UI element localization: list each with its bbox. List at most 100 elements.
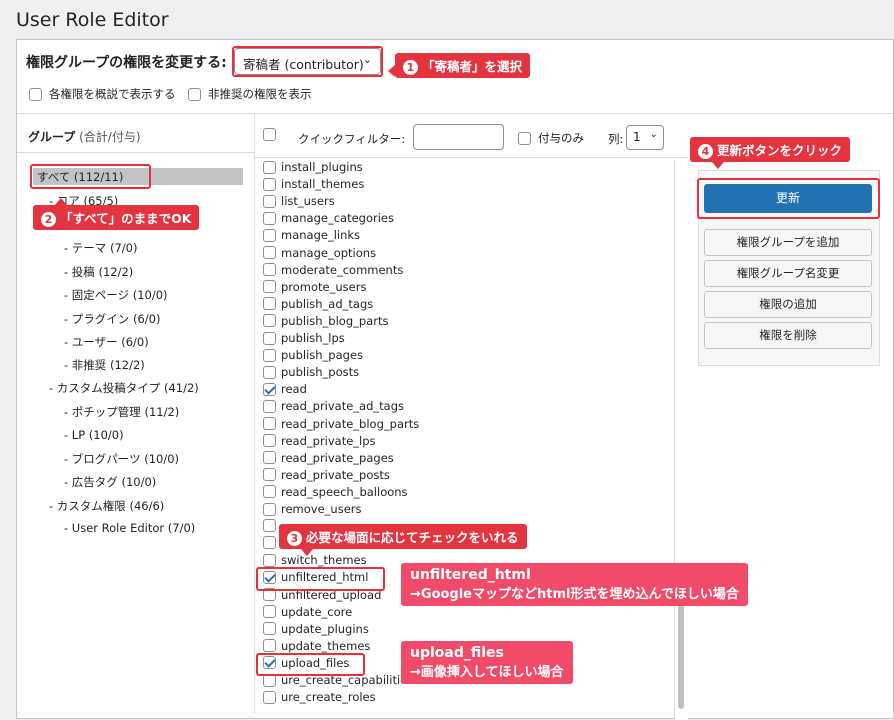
option-readable[interactable]: 各権限を概説で表示する bbox=[29, 86, 176, 102]
step-number: 3 bbox=[287, 531, 302, 546]
divider bbox=[255, 157, 687, 158]
capability-item[interactable]: publish_posts bbox=[263, 365, 359, 379]
note-text: →Googleマップなどhtml形式を埋め込んでほしい場合 bbox=[410, 587, 739, 602]
capability-checkbox[interactable] bbox=[263, 228, 276, 242]
capability-item[interactable]: publish_lps bbox=[263, 331, 345, 345]
capability-checkbox[interactable] bbox=[263, 399, 276, 413]
capability-checkbox[interactable] bbox=[263, 622, 276, 636]
group-item[interactable]: - プラグイン (6/0) bbox=[64, 311, 160, 327]
readable-checkbox[interactable] bbox=[29, 87, 42, 101]
capability-label: remove_users bbox=[281, 502, 362, 516]
capability-checkbox[interactable] bbox=[263, 417, 276, 430]
group-item[interactable]: - 投稿 (12/2) bbox=[64, 264, 133, 280]
capability-item[interactable]: publish_ad_tags bbox=[263, 297, 373, 311]
capability-item[interactable]: moderate_comments bbox=[263, 263, 403, 277]
group-item[interactable]: - LP (10/0) bbox=[64, 428, 124, 442]
deprecated-checkbox[interactable] bbox=[188, 87, 201, 101]
group-item[interactable]: - 広告タグ (10/0) bbox=[64, 474, 156, 490]
capability-checkbox[interactable] bbox=[263, 519, 276, 533]
rename-role-button[interactable]: 権限グループ名変更 bbox=[704, 260, 872, 287]
capability-checkbox[interactable] bbox=[263, 468, 276, 482]
capability-label: update_plugins bbox=[281, 621, 369, 636]
capability-checkbox[interactable] bbox=[263, 553, 276, 567]
capability-checkbox[interactable] bbox=[263, 434, 276, 448]
granted-only-checkbox[interactable] bbox=[518, 131, 531, 145]
capability-checkbox[interactable] bbox=[263, 331, 276, 345]
capability-item[interactable]: read_private_posts bbox=[263, 468, 390, 482]
capability-checkbox[interactable] bbox=[263, 314, 276, 328]
granted-only-option[interactable]: 付与のみ bbox=[518, 130, 584, 146]
capability-item[interactable]: ure_create_roles bbox=[263, 690, 376, 704]
divider bbox=[17, 113, 893, 114]
annotation-text: 「寄稿者」を選択 bbox=[422, 59, 523, 74]
capability-label: publish_lps bbox=[281, 331, 345, 345]
capability-checkbox[interactable] bbox=[263, 263, 276, 277]
option-deprecated[interactable]: 非推奨の権限を表示 bbox=[188, 86, 312, 102]
quick-filter-input[interactable] bbox=[413, 124, 504, 150]
capability-item[interactable]: update_plugins bbox=[263, 622, 369, 636]
capability-item[interactable]: manage_options bbox=[263, 246, 376, 260]
role-select-label: 権限グループの権限を変更する: bbox=[26, 55, 227, 71]
page-title: User Role Editor bbox=[16, 9, 169, 31]
scrollbar-thumb[interactable] bbox=[678, 600, 684, 709]
capability-checkbox[interactable] bbox=[263, 690, 276, 704]
capability-item[interactable]: publish_blog_parts bbox=[263, 314, 388, 328]
capability-label: publish_ad_tags bbox=[281, 296, 374, 311]
columns-select[interactable]: 1 ⌄ bbox=[626, 125, 664, 150]
delete-capability-button[interactable]: 権限を削除 bbox=[704, 322, 872, 349]
highlight-update-button bbox=[697, 178, 880, 219]
capability-checkbox[interactable] bbox=[263, 194, 276, 208]
group-item[interactable]: - ブログパーツ (10/0) bbox=[64, 451, 179, 467]
capability-item[interactable]: read_private_pages bbox=[263, 451, 394, 465]
capability-item[interactable]: install_plugins bbox=[263, 160, 363, 174]
capability-checkbox[interactable] bbox=[263, 365, 276, 379]
capability-label: read_private_posts bbox=[281, 467, 390, 482]
capability-item[interactable]: read_speech_balloons bbox=[263, 485, 408, 499]
capability-checkbox[interactable] bbox=[263, 246, 276, 259]
capability-checkbox[interactable] bbox=[263, 160, 276, 174]
capability-item[interactable]: read_private_blog_parts bbox=[263, 417, 419, 431]
capability-item[interactable]: read_private_ad_tags bbox=[263, 399, 404, 413]
group-item[interactable]: - ユーザー (6/0) bbox=[64, 334, 149, 350]
capability-item[interactable]: list_users bbox=[263, 194, 335, 208]
group-item[interactable]: - ポチップ管理 (11/2) bbox=[64, 404, 179, 420]
select-all-checkbox[interactable] bbox=[263, 128, 276, 141]
capability-checkbox[interactable] bbox=[263, 605, 276, 619]
readable-label: 各権限を概説で表示する bbox=[49, 87, 176, 101]
capability-checkbox[interactable] bbox=[263, 639, 276, 653]
capability-checkbox[interactable] bbox=[263, 280, 276, 294]
capability-checkbox[interactable] bbox=[263, 211, 276, 225]
capability-item[interactable]: switch_themes bbox=[263, 553, 367, 567]
group-item[interactable]: - テーマ (7/0) bbox=[64, 240, 137, 256]
add-capability-button[interactable]: 権限の追加 bbox=[704, 291, 872, 318]
group-item[interactable]: - 非推奨 (12/2) bbox=[64, 357, 145, 373]
capability-item[interactable]: publish_pages bbox=[263, 348, 363, 362]
capability-item[interactable]: read bbox=[263, 382, 307, 396]
capability-checkbox[interactable] bbox=[263, 502, 276, 516]
capability-item[interactable]: manage_links bbox=[263, 228, 360, 242]
capability-checkbox[interactable] bbox=[263, 177, 276, 191]
note-title: unfiltered_html bbox=[410, 567, 531, 583]
capability-label: publish_blog_parts bbox=[281, 313, 389, 328]
capability-item[interactable]: update_themes bbox=[263, 639, 370, 653]
group-item[interactable]: - カスタム権限 (46/6) bbox=[49, 498, 164, 514]
add-role-button[interactable]: 権限グループを追加 bbox=[704, 229, 872, 256]
group-item[interactable]: - カスタム投稿タイプ (41/2) bbox=[49, 380, 199, 396]
capability-item[interactable]: remove_users bbox=[263, 502, 362, 516]
note-title: upload_files bbox=[410, 645, 504, 661]
group-item[interactable]: - User Role Editor (7/0) bbox=[64, 521, 195, 535]
capability-checkbox[interactable] bbox=[263, 536, 276, 550]
capability-item[interactable]: promote_users bbox=[263, 280, 366, 294]
capability-item[interactable]: update_core bbox=[263, 605, 352, 619]
capability-label: read_private_lps bbox=[281, 433, 376, 448]
capability-checkbox[interactable] bbox=[263, 485, 276, 499]
capability-item[interactable]: manage_categories bbox=[263, 211, 394, 225]
group-item[interactable]: - 固定ページ (10/0) bbox=[64, 287, 168, 303]
capability-checkbox[interactable] bbox=[263, 297, 276, 311]
capability-checkbox[interactable] bbox=[263, 382, 276, 396]
capability-checkbox[interactable] bbox=[263, 348, 276, 362]
capability-item[interactable]: install_themes bbox=[263, 177, 364, 191]
capability-item[interactable]: read_private_lps bbox=[263, 434, 376, 448]
groups-header-sub: (合計/付与) bbox=[79, 130, 141, 144]
capability-checkbox[interactable] bbox=[263, 451, 276, 465]
